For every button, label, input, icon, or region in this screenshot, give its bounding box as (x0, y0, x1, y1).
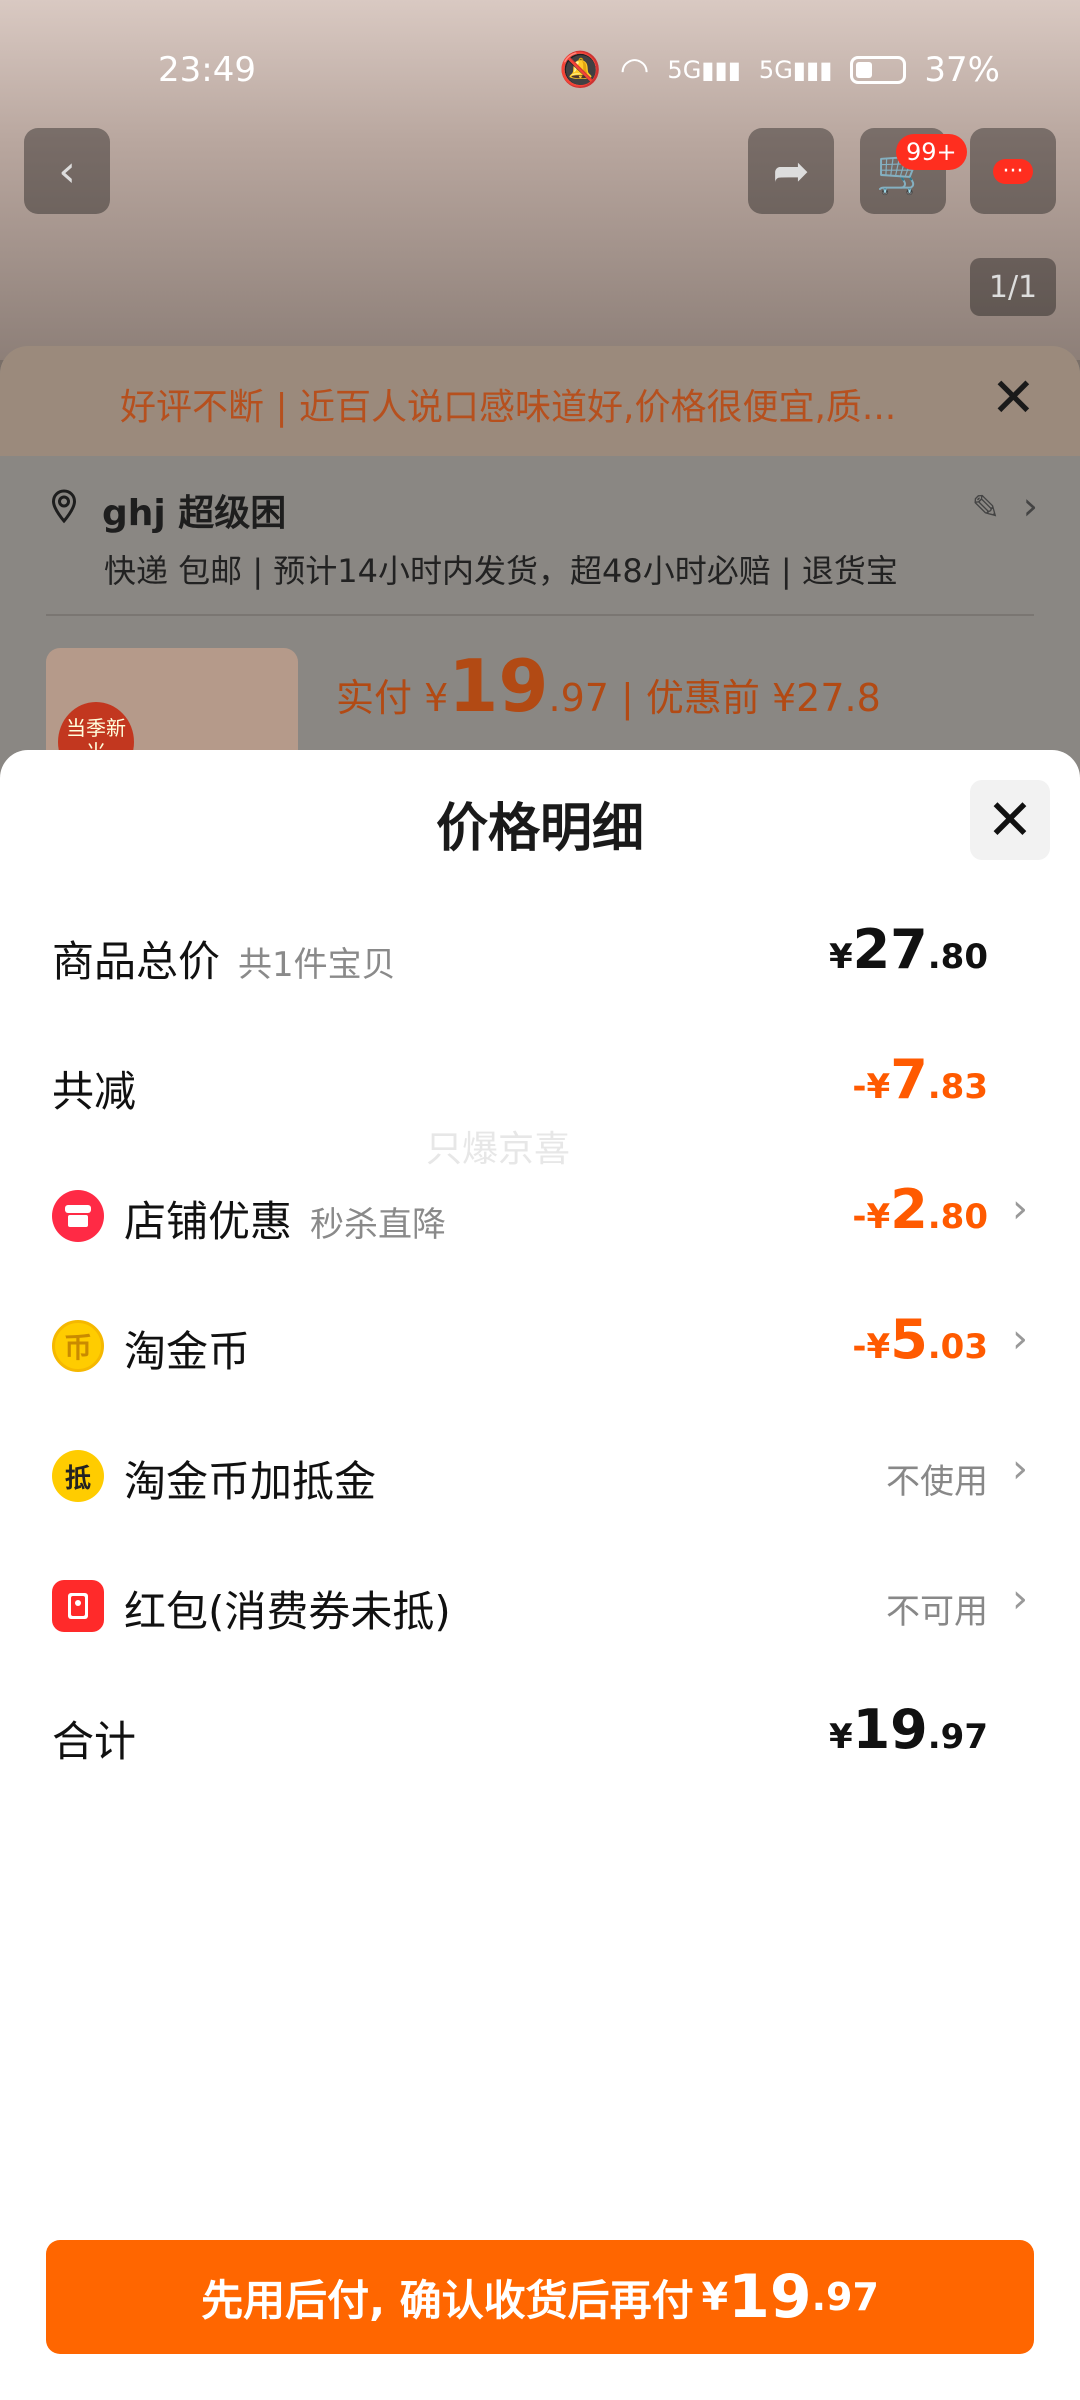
chevron-right-icon: › (1012, 1446, 1028, 1492)
sum-value: ¥19.97 (828, 1698, 988, 1761)
pay-button-label: 先用后付, 确认收货后再付 (201, 2275, 694, 2325)
share-button[interactable]: ➦ (748, 128, 834, 214)
total-value: ¥27.80 (828, 918, 988, 981)
paid-label: 实付 (336, 676, 413, 720)
cart-badge: 99+ (896, 134, 967, 170)
coins-value: -¥5.03 (852, 1308, 988, 1371)
notice-close-icon[interactable]: ✕ (991, 366, 1036, 429)
back-arrow-icon: ‹ (58, 145, 76, 197)
location-pin-icon (51, 489, 77, 524)
sum-label: 合计 (52, 1717, 137, 1766)
row-store-discount[interactable]: 店铺优惠 秒杀直降 -¥2.80 › (52, 1172, 1028, 1252)
more-button[interactable]: ··· (970, 128, 1056, 214)
row-coin-voucher[interactable]: 抵 淘金币加抵金 不使用 › (52, 1432, 1028, 1512)
voucher-icon: 抵 (52, 1450, 104, 1502)
address-name: ghj 超级困 (102, 493, 287, 534)
total-label: 商品总价 (52, 937, 221, 986)
review-notice-bar: 好评不断 | 近百人说口感味道好,价格很便宜,质... ✕ (0, 346, 1080, 456)
store-sublabel: 秒杀直降 (310, 1205, 447, 1245)
battery-icon (850, 56, 907, 84)
image-counter: 1/1 (970, 258, 1056, 316)
product-price: 实付 ¥19.97 | 优惠前 ¥27.8 (336, 644, 881, 728)
paid-int: 19 (448, 644, 549, 728)
chevron-right-icon: › (1012, 1186, 1028, 1232)
paid-dec: .97 (548, 676, 609, 720)
shipping-info: 快递 包邮 | 预计14小时内发货，超48小时必赔 | 退货宝 (104, 552, 898, 590)
store-value: -¥2.80 (852, 1178, 988, 1241)
red-packet-icon (52, 1580, 104, 1632)
edit-address-icon[interactable]: ✎ (972, 488, 1001, 528)
row-red-packet[interactable]: 红包(消费券未抵) 不可用 › (52, 1562, 1028, 1642)
wifi-icon: ◠ (619, 50, 650, 90)
row-sum: 合计 ¥19.97 (52, 1692, 1028, 1772)
watermark: 只爆京喜 (426, 1129, 571, 1170)
reduce-label: 共减 (52, 1067, 137, 1116)
price-detail-modal: 价格明细 ✕ 商品总价 共1件宝贝 ¥27.80 共减 -¥7.83 只爆京喜 店… (0, 750, 1080, 2400)
paid-currency: ¥ (424, 676, 449, 720)
review-notice-text: 好评不断 | 近百人说口感味道好,价格很便宜,质... (120, 387, 897, 428)
total-count: 共1件宝贝 (238, 945, 396, 985)
reduce-value: -¥7.83 (852, 1048, 988, 1111)
red-packet-status: 不可用 (886, 1592, 988, 1632)
coin-voucher-status: 不使用 (886, 1462, 988, 1502)
share-icon: ➦ (772, 145, 810, 197)
pay-button-int: 19 (728, 2262, 812, 2332)
battery-percent: 37% (924, 50, 1000, 90)
signal-5g-icon: 5G▮▮▮ (667, 56, 741, 84)
coin-voucher-label: 淘金币加抵金 (124, 1457, 377, 1506)
more-icon: ··· (992, 158, 1034, 184)
store-icon (52, 1190, 104, 1242)
mute-icon: 🔕 (559, 50, 602, 90)
store-label: 店铺优惠 (124, 1197, 293, 1246)
red-packet-label: 红包(消费券未抵) (124, 1587, 451, 1636)
pay-button-currency: ¥ (701, 2275, 729, 2319)
product-tag: 当季新米 (58, 702, 134, 754)
chevron-right-icon: › (1012, 1316, 1028, 1362)
modal-title: 价格明细 (435, 799, 644, 859)
product-thumbnail: 当季新米 (46, 648, 298, 754)
close-icon: ✕ (986, 787, 1034, 853)
signal-5g-icon-2: 5G▮▮▮ (758, 56, 833, 84)
status-time: 23:49 (158, 50, 256, 90)
chevron-right-icon: › (1012, 1576, 1028, 1622)
modal-close-button[interactable]: ✕ (970, 780, 1050, 860)
row-taojinbi[interactable]: 币 淘金币 -¥5.03 › (52, 1302, 1028, 1382)
status-bar: 23:49 🔕 ◠ 5G▮▮▮ 5G▮▮▮ 37% (0, 0, 1080, 120)
coins-label: 淘金币 (124, 1327, 251, 1376)
address-chevron-icon[interactable]: › (1023, 484, 1038, 528)
pay-later-button[interactable]: 先用后付, 确认收货后再付 ¥19.97 (46, 2240, 1034, 2354)
divider (46, 614, 1034, 616)
coin-icon: 币 (52, 1320, 104, 1372)
row-total-reduce: 共减 -¥7.83 (52, 1042, 1028, 1122)
status-icons: 🔕 ◠ 5G▮▮▮ 5G▮▮▮ 37% (559, 50, 1000, 90)
back-button[interactable]: ‹ (24, 128, 110, 214)
row-total-price: 商品总价 共1件宝贝 ¥27.80 (52, 912, 1028, 992)
pay-button-dec: .97 (811, 2275, 879, 2319)
before-price: | 优惠前 ¥27.8 (621, 676, 881, 720)
